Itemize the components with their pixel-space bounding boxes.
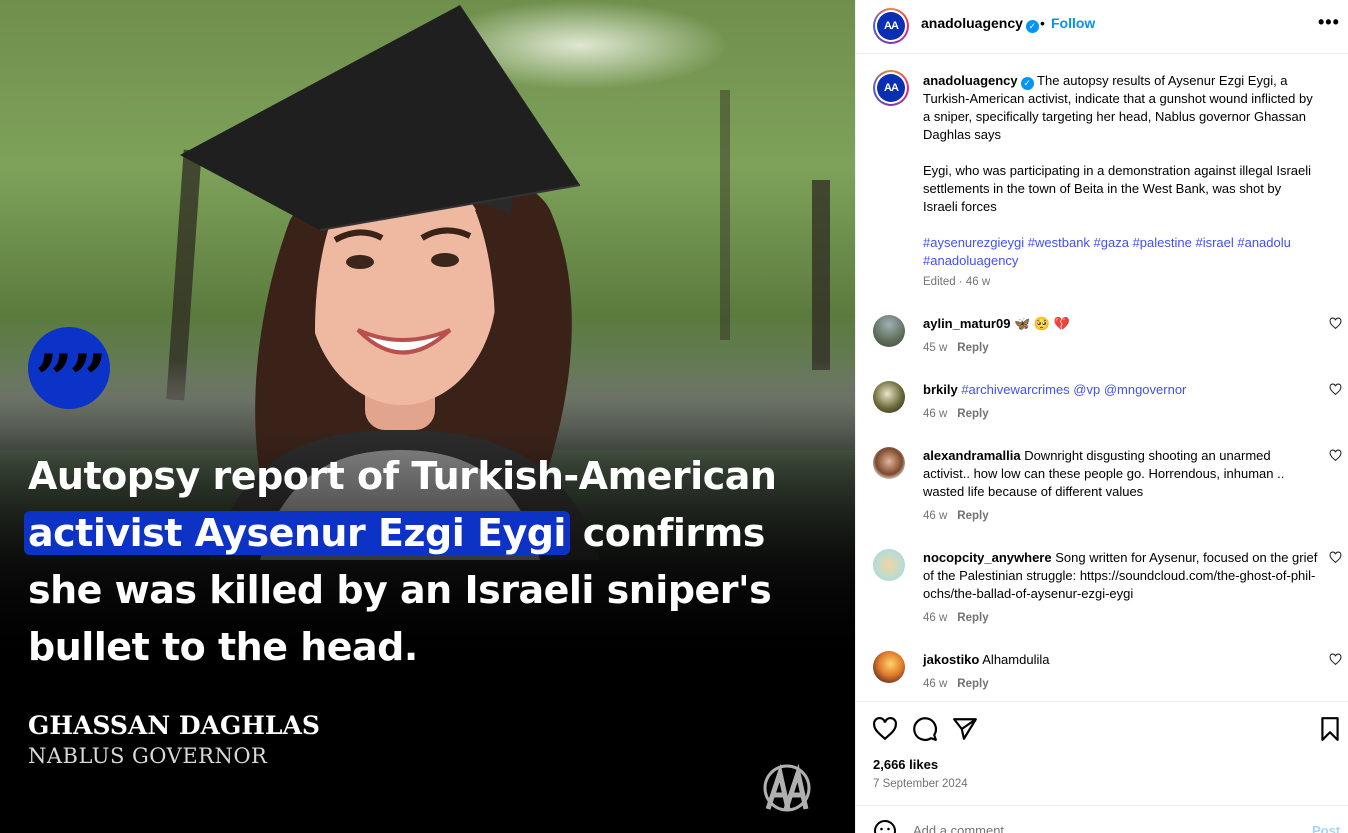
tree-trunk: [812, 180, 830, 370]
reply-button[interactable]: Reply: [957, 342, 988, 354]
comment-username[interactable]: aylin_matur09: [923, 316, 1010, 331]
header-separator: •: [1040, 15, 1045, 31]
caption-text: anadoluagency ✓ The autopsy results of Ay…: [923, 72, 1318, 270]
comment-time: 46 w: [923, 678, 948, 690]
caption-meta: Edited · 46 w: [923, 276, 991, 288]
headline-line-1: Autopsy report of Turkish-American: [28, 454, 777, 498]
speaker-role: NABLUS GOVERNOR: [28, 744, 268, 768]
comment-username[interactable]: nocopcity_anywhere: [923, 550, 1052, 565]
headline-line-2: confirms: [582, 511, 766, 555]
account-username[interactable]: anadoluagency ✓: [921, 15, 1039, 33]
aa-logo-icon: [763, 763, 811, 812]
reply-button[interactable]: Reply: [957, 678, 988, 690]
add-comment-input[interactable]: [913, 823, 1273, 833]
commenter-avatar[interactable]: [873, 315, 905, 347]
commenter-avatar[interactable]: [873, 447, 905, 479]
comment-username[interactable]: alexandramallia: [923, 448, 1021, 463]
like-comment-heart-icon[interactable]: [1329, 551, 1342, 564]
comment-time: 46 w: [923, 510, 948, 522]
caption-avatar[interactable]: AA: [873, 70, 909, 106]
comment-bubble-icon[interactable]: [912, 716, 938, 742]
speaker-name: GHASSAN DAGHLAS: [28, 711, 320, 740]
comment-time: 46 w: [923, 408, 948, 420]
post-side-panel: AA anadoluagency ✓ • Follow ••• AA anadol…: [855, 0, 1348, 833]
emoji-icon[interactable]: [873, 819, 897, 833]
comment-username[interactable]: jakostiko: [923, 652, 979, 667]
quote-icon: ””: [28, 327, 110, 412]
like-comment-heart-icon[interactable]: [1329, 449, 1342, 462]
like-comment-heart-icon[interactable]: [1329, 653, 1342, 666]
comment-time: 46 w: [923, 612, 948, 624]
like-comment-heart-icon[interactable]: [1329, 383, 1342, 396]
post-date: 7 September 2024: [873, 778, 968, 790]
reply-button[interactable]: Reply: [957, 408, 988, 420]
verified-badge-icon: ✓: [1025, 20, 1039, 33]
account-avatar[interactable]: AA: [873, 8, 909, 44]
like-comment-heart-icon[interactable]: [1329, 317, 1342, 330]
caption-hashtags[interactable]: #aysenurezgieygi #westbank #gaza #palest…: [923, 234, 1318, 270]
save-bookmark-icon[interactable]: [1317, 716, 1343, 742]
headline-highlight: activist Aysenur Ezgi Eygi: [24, 511, 570, 555]
post-media[interactable]: ”” Autopsy report of Turkish-American ac…: [0, 0, 855, 833]
verified-badge-icon: ✓: [1020, 77, 1034, 90]
comment-time: 45 w: [923, 342, 948, 354]
more-options-icon[interactable]: •••: [1318, 12, 1340, 33]
comment-text: Alhamdulila: [982, 652, 1050, 667]
caption-paragraph-2: Eygi, who was participating in a demonst…: [923, 163, 1312, 214]
commenter-avatar[interactable]: [873, 381, 905, 413]
post-header: AA anadoluagency ✓ • Follow •••: [856, 0, 1348, 54]
caption-username[interactable]: anadoluagency: [923, 73, 1018, 88]
like-heart-icon[interactable]: [872, 716, 898, 742]
headline-line-3: she was killed by an Israeli sniper's: [28, 568, 772, 612]
comment-text: 🦋 🥺 💔: [1014, 316, 1070, 331]
tree-trunk: [720, 90, 730, 340]
headline-text: Autopsy report of Turkish-American activ…: [24, 448, 828, 676]
comment-text[interactable]: #archivewarcrimes @vp @mngovernor: [961, 382, 1186, 397]
post-actions: 2,666 likes 7 September 2024: [856, 701, 1348, 805]
share-paper-plane-icon[interactable]: [952, 716, 978, 742]
reply-button[interactable]: Reply: [957, 510, 988, 522]
post-comment-button[interactable]: Post: [1312, 823, 1340, 833]
comment-username[interactable]: brkily: [923, 382, 958, 397]
commenter-avatar[interactable]: [873, 651, 905, 683]
add-comment-bar: Post: [856, 805, 1348, 833]
likes-count[interactable]: 2,666 likes: [873, 757, 938, 772]
commenter-avatar[interactable]: [873, 549, 905, 581]
headline-line-4: bullet to the head.: [28, 625, 418, 669]
follow-button[interactable]: Follow: [1051, 15, 1095, 31]
reply-button[interactable]: Reply: [957, 612, 988, 624]
